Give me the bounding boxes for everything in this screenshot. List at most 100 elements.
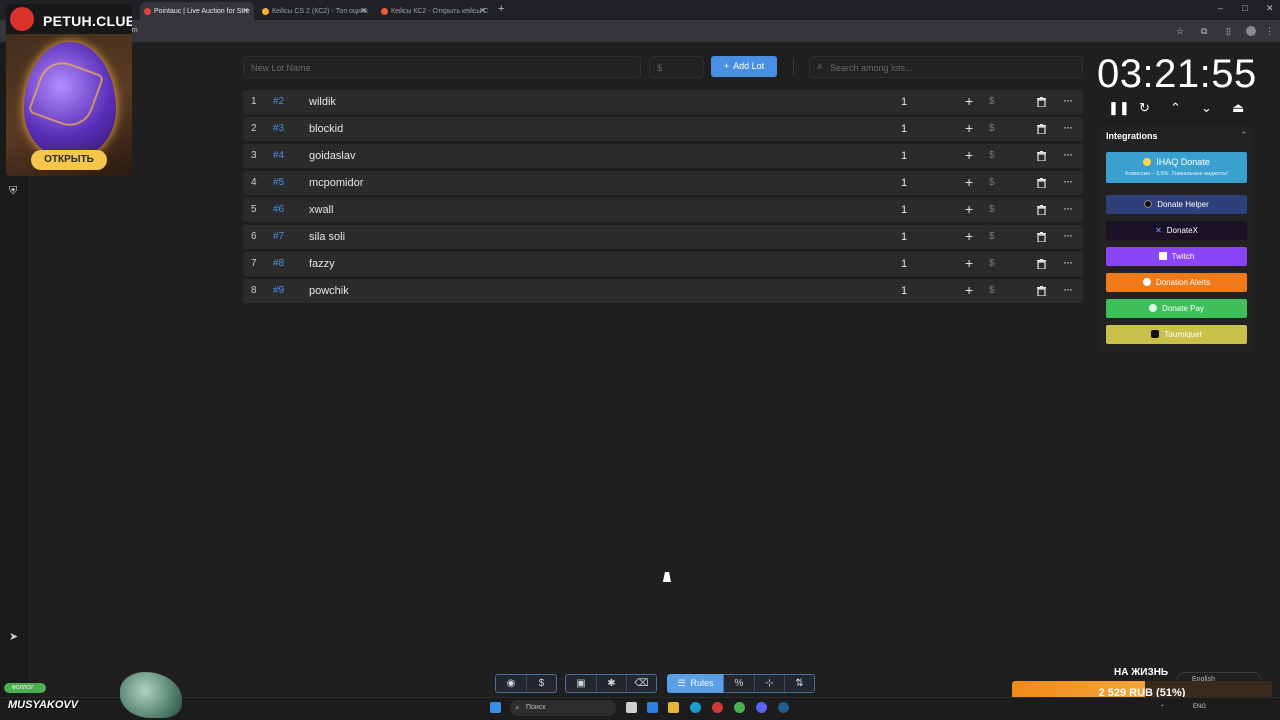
close-window-icon[interactable]: ✕ bbox=[1266, 3, 1274, 14]
taskbar-search[interactable]: ⌕ Поиск bbox=[510, 700, 616, 716]
dollar-icon[interactable]: $ bbox=[989, 150, 995, 161]
add-amount-button[interactable]: + bbox=[965, 255, 973, 271]
collapse-caret-icon[interactable]: ⌃ bbox=[1240, 130, 1248, 141]
lot-name[interactable]: mcpomidor bbox=[309, 177, 363, 189]
chrome-icon[interactable] bbox=[734, 702, 745, 713]
tray-language[interactable]: ENG bbox=[1193, 704, 1206, 710]
telegram-icon[interactable]: ➤ bbox=[9, 630, 18, 643]
dollar-icon[interactable]: $ bbox=[989, 258, 995, 269]
lot-amount[interactable]: 1 bbox=[901, 123, 907, 135]
trash-icon[interactable] bbox=[1037, 286, 1046, 297]
pause-icon[interactable]: ❚❚ bbox=[1108, 100, 1130, 116]
lot-amount[interactable]: 1 bbox=[901, 177, 907, 189]
add-amount-button[interactable]: + bbox=[965, 228, 973, 244]
app-icon[interactable] bbox=[712, 702, 723, 713]
add-lot-button[interactable]: + Add Lot bbox=[711, 56, 777, 77]
file-explorer-icon[interactable] bbox=[668, 702, 679, 713]
more-options-button[interactable]: ··· bbox=[1063, 93, 1073, 107]
save-icon[interactable]: ▣ bbox=[566, 675, 596, 692]
maximize-icon[interactable]: □ bbox=[1242, 3, 1247, 13]
add-amount-button[interactable]: + bbox=[965, 120, 973, 136]
trash-icon[interactable] bbox=[1037, 259, 1046, 270]
add-amount-button[interactable]: + bbox=[965, 147, 973, 163]
donation-alerts-button[interactable]: Donation Alerts bbox=[1106, 273, 1247, 292]
lot-amount[interactable]: 1 bbox=[901, 231, 907, 243]
extensions-icon[interactable]: ⧉ bbox=[1201, 26, 1207, 37]
dollar-icon[interactable]: $ bbox=[989, 96, 995, 107]
windows-start-icon[interactable] bbox=[490, 702, 501, 713]
more-options-button[interactable]: ··· bbox=[1063, 228, 1073, 242]
lot-name[interactable]: wildik bbox=[309, 96, 336, 108]
dollar-icon[interactable]: $ bbox=[989, 285, 995, 296]
promo-open-button[interactable]: ОТКРЫТЬ bbox=[31, 150, 107, 170]
lot-name[interactable]: sila soli bbox=[309, 231, 345, 243]
search-lots-input[interactable]: ⌕ Search among lots... bbox=[809, 56, 1083, 78]
trash-icon[interactable] bbox=[1037, 97, 1046, 108]
app-icon[interactable] bbox=[647, 702, 658, 713]
dollar-icon[interactable]: $ bbox=[989, 231, 995, 242]
trash-icon[interactable] bbox=[1037, 124, 1046, 135]
promo-banner[interactable]: PETUH.CLUB ОТКРЫТЬ bbox=[6, 4, 132, 176]
chevron-up-icon[interactable]: ⌃ bbox=[1170, 100, 1181, 116]
add-amount-button[interactable]: + bbox=[965, 174, 973, 190]
lot-amount[interactable]: 1 bbox=[901, 285, 907, 297]
dollar-icon[interactable]: $ bbox=[526, 675, 556, 692]
more-options-button[interactable]: ··· bbox=[1063, 174, 1073, 188]
shield-icon[interactable]: ⛨ bbox=[9, 185, 17, 198]
tab-pointauc[interactable]: Pointauc | Live Auction for Stre ✕ bbox=[140, 2, 254, 20]
rules-button[interactable]: ☰ Rules bbox=[667, 674, 724, 693]
add-amount-button[interactable]: + bbox=[965, 93, 973, 109]
bug-icon[interactable]: ✱ bbox=[596, 675, 626, 692]
dollar-icon[interactable]: $ bbox=[989, 204, 995, 215]
dollar-icon[interactable]: $ bbox=[989, 177, 995, 188]
lot-amount-input[interactable]: $ bbox=[649, 56, 704, 78]
github-icon[interactable]: ◉ bbox=[496, 675, 526, 692]
lot-name[interactable]: blockid bbox=[309, 123, 343, 135]
tab-cs2-open-cases[interactable]: Кейсы КС2 - Открыть кейсы С ✕ bbox=[377, 2, 491, 20]
clear-lots-icon[interactable]: ⌫ bbox=[626, 675, 656, 692]
reset-icon[interactable]: ↻ bbox=[1139, 100, 1150, 116]
percent-button[interactable]: % bbox=[724, 675, 754, 692]
profile-avatar[interactable] bbox=[1246, 26, 1256, 36]
donatex-button[interactable]: ✕ DonateX bbox=[1106, 221, 1247, 240]
edge-icon[interactable] bbox=[690, 702, 701, 713]
lot-name[interactable]: powchik bbox=[309, 285, 349, 297]
trash-icon[interactable] bbox=[1037, 232, 1046, 243]
lot-amount[interactable]: 1 bbox=[901, 204, 907, 216]
lot-amount[interactable]: 1 bbox=[901, 96, 907, 108]
more-options-button[interactable]: ··· bbox=[1063, 201, 1073, 215]
donate-pay-button[interactable]: Donate Pay bbox=[1106, 299, 1247, 318]
trash-icon[interactable] bbox=[1037, 205, 1046, 216]
minimize-icon[interactable]: – bbox=[1218, 3, 1223, 13]
close-tab-icon[interactable]: ✕ bbox=[242, 6, 249, 15]
task-view-icon[interactable] bbox=[626, 702, 637, 713]
menu-dots-icon[interactable]: ⋮ bbox=[1265, 26, 1274, 37]
tab-cs2-cases[interactable]: Кейсы CS 2 (КС2) - Топ оцинк ✕ bbox=[258, 2, 372, 20]
bookmark-star-icon[interactable]: ☆ bbox=[1176, 26, 1184, 37]
chevron-down-icon[interactable]: ⌄ bbox=[1201, 100, 1212, 116]
trash-icon[interactable] bbox=[1037, 178, 1046, 189]
close-tab-icon[interactable]: ✕ bbox=[479, 6, 486, 15]
split-icon[interactable]: ⊹ bbox=[754, 675, 784, 692]
lot-amount[interactable]: 1 bbox=[901, 150, 907, 162]
collapse-up-icon[interactable]: ⏏ bbox=[1232, 100, 1244, 116]
steam-icon[interactable] bbox=[778, 702, 789, 713]
more-options-button[interactable]: ··· bbox=[1063, 282, 1073, 296]
add-amount-button[interactable]: + bbox=[965, 282, 973, 298]
sidepanel-icon[interactable]: ▯ bbox=[1226, 26, 1231, 37]
tourniquet-button[interactable]: Tourniquet bbox=[1106, 325, 1247, 344]
more-options-button[interactable]: ··· bbox=[1063, 255, 1073, 269]
dollar-icon[interactable]: $ bbox=[989, 123, 995, 134]
more-options-button[interactable]: ··· bbox=[1063, 147, 1073, 161]
sort-icon[interactable]: ⇅ bbox=[784, 675, 814, 692]
lot-amount[interactable]: 1 bbox=[901, 258, 907, 270]
add-amount-button[interactable]: + bbox=[965, 201, 973, 217]
close-tab-icon[interactable]: ✕ bbox=[360, 6, 367, 15]
lot-name[interactable]: fazzy bbox=[309, 258, 335, 270]
discord-icon[interactable] bbox=[756, 702, 767, 713]
more-options-button[interactable]: ··· bbox=[1063, 120, 1073, 134]
tray-chevron-icon[interactable]: ⌃ bbox=[1160, 704, 1165, 711]
ihaq-donate-button[interactable]: IHAQ Donate Комиссия – 3,5%. Уникальные … bbox=[1106, 152, 1247, 183]
new-lot-name-input[interactable]: New Lot Name bbox=[243, 56, 641, 78]
donate-helper-button[interactable]: Donate Helper bbox=[1106, 195, 1247, 214]
